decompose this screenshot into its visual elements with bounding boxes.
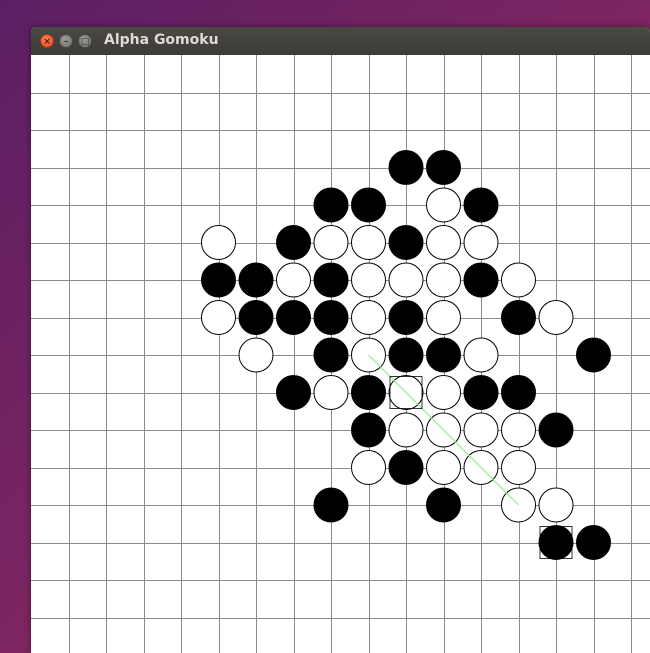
white-stone (426, 225, 461, 260)
black-stone (313, 187, 349, 223)
black-stone (538, 412, 574, 448)
black-stone (388, 225, 424, 260)
black-stone (313, 337, 349, 373)
black-stone (463, 187, 499, 223)
black-stone (388, 450, 424, 485)
black-stone (388, 150, 424, 185)
black-stone (351, 412, 386, 448)
white-stone (463, 412, 499, 448)
white-stone (426, 300, 461, 335)
black-stone (276, 225, 311, 260)
black-stone (313, 300, 349, 335)
black-stone (501, 375, 536, 410)
white-stone (351, 225, 386, 260)
black-stone (426, 487, 461, 523)
white-stone (426, 187, 461, 223)
black-stone (201, 262, 236, 298)
black-stone (238, 300, 274, 335)
white-stone (501, 262, 536, 298)
black-stone (426, 150, 461, 185)
window-title: Alpha Gomoku (104, 32, 219, 48)
white-stone (501, 412, 536, 448)
white-stone (426, 262, 461, 298)
maximize-button[interactable]: □ (78, 34, 92, 48)
white-stone (501, 450, 536, 485)
app-window: × – □ Alpha Gomoku (31, 27, 650, 653)
white-stone (538, 487, 574, 523)
black-stone (388, 300, 424, 335)
minimize-button[interactable]: – (59, 34, 73, 48)
white-stone (426, 375, 461, 410)
black-stone (351, 375, 386, 410)
black-stone (501, 300, 536, 335)
gomoku-board[interactable] (31, 55, 650, 653)
white-stone (388, 262, 424, 298)
white-stone (313, 375, 349, 410)
black-stone (463, 375, 499, 410)
white-stone (313, 225, 349, 260)
white-stone (276, 262, 311, 298)
maximize-icon: □ (80, 37, 90, 47)
white-stone (388, 412, 424, 448)
white-stone (538, 300, 574, 335)
black-stone (576, 337, 611, 373)
black-stone (388, 337, 424, 373)
black-stone (276, 375, 311, 410)
white-stone (238, 337, 274, 373)
minimize-icon: – (63, 37, 69, 47)
black-stone (538, 525, 574, 560)
black-stone (351, 187, 386, 223)
black-stone (576, 525, 611, 560)
white-stone (351, 300, 386, 335)
black-stone (276, 300, 311, 335)
board-canvas[interactable] (31, 55, 650, 653)
black-stone (238, 262, 274, 298)
white-stone (351, 262, 386, 298)
white-stone (201, 225, 236, 260)
white-stone (351, 450, 386, 485)
black-stone (426, 337, 461, 373)
white-stone (426, 450, 461, 485)
window-titlebar[interactable]: × – □ Alpha Gomoku (31, 27, 650, 56)
close-icon: × (43, 37, 51, 47)
black-stone (313, 262, 349, 298)
close-button[interactable]: × (40, 34, 54, 48)
black-stone (313, 487, 349, 523)
black-stone (463, 262, 499, 298)
white-stone (463, 225, 499, 260)
white-stone (463, 337, 499, 373)
white-stone (201, 300, 236, 335)
